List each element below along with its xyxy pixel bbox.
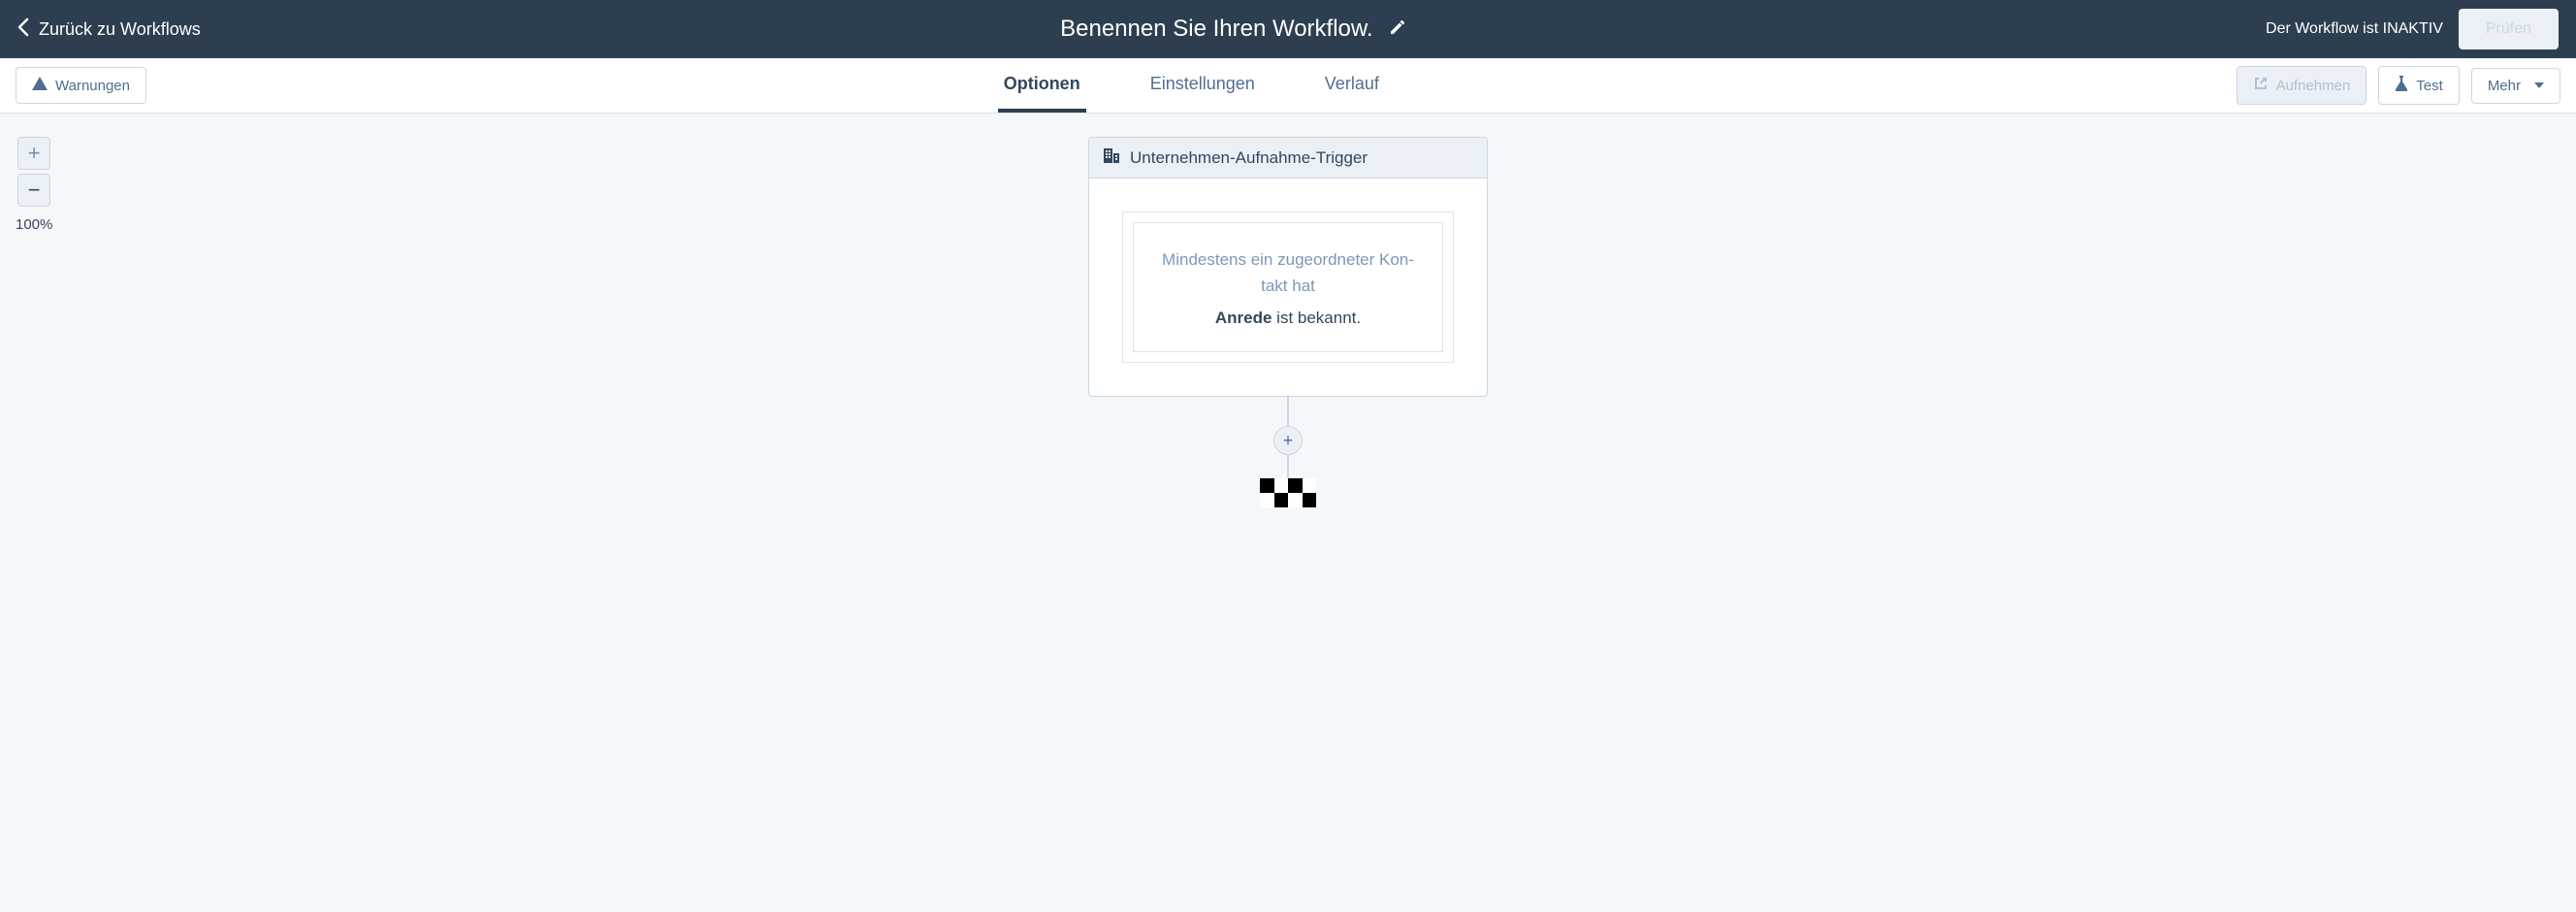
tab-label: Verlauf (1325, 74, 1379, 94)
enroll-label: Aufnehmen (2276, 78, 2351, 94)
warnings-button[interactable]: Warnungen (16, 67, 146, 104)
trigger-title: Unternehmen-Aufnahme-Trigger (1130, 148, 1368, 168)
toolbar-left: Warnungen (16, 58, 146, 113)
toolbar: Warnungen Optionen Einstellungen Verlauf… (0, 58, 2576, 114)
trigger-card[interactable]: Unternehmen-Aufnahme-Trigger Mindestens … (1088, 137, 1488, 397)
trigger-body: Mindestens ein zugeordneter Kon­takt hat… (1089, 179, 1487, 396)
warning-icon (32, 77, 48, 94)
tab-settings[interactable]: Einstellungen (1144, 58, 1261, 113)
enroll-icon (2253, 76, 2269, 95)
tab-history[interactable]: Verlauf (1319, 58, 1385, 113)
filter-operator: ist bekannt. (1272, 309, 1361, 327)
top-header: Zurück zu Workflows Benennen Sie Ihren W… (0, 0, 2576, 58)
connector-line (1287, 455, 1289, 478)
filter-pretext: Mindestens ein zugeordneter Kon­takt hat (1153, 246, 1423, 299)
toolbar-right: Aufnehmen Test Mehr (2237, 58, 2560, 113)
header-right: Der Workflow ist INAKTIV Prüfen (2266, 9, 2559, 49)
tab-label: Einstellungen (1150, 74, 1255, 94)
tabs: Optionen Einstellungen Verlauf (146, 58, 2237, 113)
caret-down-icon (2534, 82, 2544, 88)
warnings-label: Warnungen (55, 78, 130, 94)
more-button[interactable]: Mehr (2471, 68, 2560, 104)
workflow-canvas[interactable]: + − 100% Unternehmen-Aufnahme-Trigger Mi… (0, 114, 2576, 912)
enroll-button[interactable]: Aufnehmen (2237, 66, 2367, 105)
tab-label: Optionen (1004, 74, 1080, 94)
filter-group[interactable]: Mindestens ein zugeordneter Kon­takt hat… (1122, 212, 1454, 363)
workflow-status: Der Workflow ist INAKTIV (2266, 20, 2443, 38)
connector-line (1287, 397, 1289, 426)
filter-property: Anrede (1215, 309, 1272, 327)
header-center: Benennen Sie Ihren Workflow. (201, 16, 2266, 43)
workflow-title[interactable]: Benennen Sie Ihren Workflow. (1060, 16, 1372, 43)
tab-options[interactable]: Optionen (998, 58, 1086, 113)
add-step-button[interactable]: + (1273, 426, 1303, 455)
back-to-workflows-link[interactable]: Zurück zu Workflows (17, 17, 201, 42)
trigger-header: Unternehmen-Aufnahme-Trigger (1089, 138, 1487, 179)
finish-flag-icon (1260, 478, 1316, 507)
zoom-in-button[interactable]: + (17, 137, 50, 170)
zoom-level: 100% (16, 216, 52, 233)
more-label: Mehr (2488, 78, 2521, 94)
filter-item[interactable]: Mindestens ein zugeordneter Kon­takt hat… (1133, 222, 1443, 352)
zoom-out-button[interactable]: − (17, 174, 50, 207)
pencil-icon[interactable] (1389, 18, 1406, 41)
zoom-controls: + − 100% (16, 137, 52, 233)
flask-icon (2395, 76, 2408, 95)
test-label: Test (2416, 78, 2443, 94)
chevron-left-icon (17, 17, 29, 42)
flow-column: Unternehmen-Aufnahme-Trigger Mindestens … (1088, 137, 1488, 507)
review-button[interactable]: Prüfen (2459, 9, 2559, 49)
company-icon (1103, 147, 1120, 168)
back-label: Zurück zu Workflows (39, 19, 201, 40)
test-button[interactable]: Test (2378, 66, 2460, 105)
filter-condition: Anrede ist bekannt. (1153, 309, 1423, 328)
